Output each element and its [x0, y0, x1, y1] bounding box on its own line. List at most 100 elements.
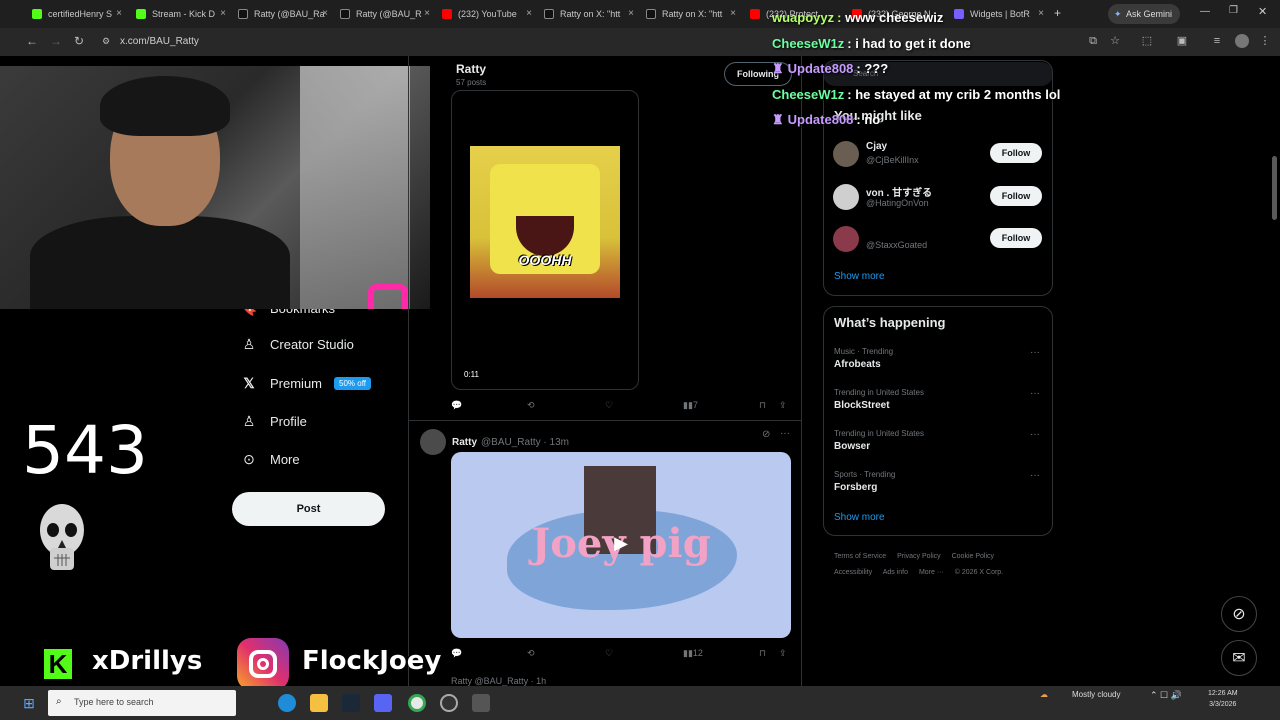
views-icon[interactable]: ▮▮ 7	[683, 400, 698, 411]
system-clock[interactable]: 12:26 AM 3/3/2026	[1208, 688, 1238, 710]
views-icon[interactable]: ▮▮ 12	[683, 648, 703, 659]
steam-icon[interactable]	[342, 694, 360, 712]
retweet-icon[interactable]: ⟲	[527, 400, 535, 411]
restore-icon[interactable]: ❐	[1229, 5, 1238, 16]
nav-creator-studio[interactable]: ♙ Creator Studio	[240, 332, 354, 356]
nav-premium[interactable]: 𝕏 Premium 50% off	[240, 371, 371, 395]
reply-icon[interactable]: 💬	[451, 648, 462, 659]
video-thumbnail-spongebob[interactable]	[470, 146, 620, 298]
back-icon[interactable]: ←	[26, 34, 38, 48]
more-options-icon[interactable]: ···	[1030, 429, 1040, 440]
follow-button[interactable]: Follow	[990, 143, 1042, 163]
browser-tab[interactable]: Ratty (@BAU_Ra ×	[232, 4, 332, 24]
new-tab-button[interactable]: +	[1054, 6, 1061, 20]
footer-link[interactable]: Privacy Policy	[897, 553, 941, 560]
app-icon[interactable]	[472, 694, 490, 712]
avatar[interactable]	[833, 184, 859, 210]
trend-item[interactable]: Trending in United States Bowser ···	[834, 429, 1044, 452]
footer-link[interactable]: Ads info	[883, 569, 908, 576]
close-icon[interactable]: ×	[116, 8, 122, 19]
close-icon[interactable]: ×	[526, 8, 532, 19]
tweet-author-name[interactable]: Ratty	[452, 437, 477, 448]
close-icon[interactable]: ×	[1038, 8, 1044, 19]
post-button[interactable]: Post	[232, 492, 385, 526]
menu-icon[interactable]: ⋮	[1258, 34, 1272, 48]
tray-icons[interactable]: ⌃ ☐ 🔊	[1150, 690, 1182, 701]
profile-avatar[interactable]	[1235, 34, 1249, 48]
more-options-icon[interactable]: ···	[1030, 470, 1040, 481]
nav-more[interactable]: ⊙ More	[240, 447, 300, 471]
user-name[interactable]: Cjay	[866, 141, 887, 152]
more-options-icon[interactable]: ···	[1030, 388, 1040, 399]
share-icon[interactable]: ⇪	[779, 648, 787, 659]
share-icon[interactable]: ⇪	[779, 400, 787, 411]
edge-icon[interactable]	[278, 694, 296, 712]
tweet-header[interactable]: Ratty @BAU_Ratty · 1h	[451, 676, 546, 686]
trend-item[interactable]: Music · Trending Afrobeats ···	[834, 347, 1044, 370]
site-info-icon[interactable]: ⚙	[102, 36, 110, 47]
play-icon[interactable]: ▶	[606, 533, 636, 557]
suggested-user[interactable]: von . 甘すぎる @HatingOnVon Follow	[833, 182, 1043, 212]
media-icon[interactable]: ≡	[1210, 34, 1224, 48]
obs-icon[interactable]	[440, 694, 458, 712]
reload-icon[interactable]: ↻	[74, 34, 84, 48]
windows-start-icon[interactable]: ⊞	[20, 694, 38, 712]
close-icon[interactable]: ×	[220, 8, 226, 19]
trend-item[interactable]: Trending in United States BlockStreet ··…	[834, 388, 1044, 411]
reply-icon[interactable]: 💬	[451, 400, 462, 411]
suggested-user[interactable]: Cjay @CjBeKillInx Follow	[833, 139, 1043, 169]
retweet-icon[interactable]: ⟲	[527, 648, 535, 659]
follow-button[interactable]: Follow	[990, 228, 1042, 248]
avatar[interactable]	[833, 141, 859, 167]
footer-link[interactable]: Accessibility	[834, 569, 872, 576]
weather-widget[interactable]: ☁ Mostly cloudy	[1040, 690, 1120, 699]
close-icon[interactable]: ×	[628, 8, 634, 19]
url-field[interactable]: x.com/BAU_Ratty	[120, 34, 199, 50]
more-options-icon[interactable]: ···	[780, 428, 790, 439]
close-icon[interactable]: ×	[424, 8, 430, 19]
discord-icon[interactable]	[374, 694, 392, 712]
close-icon[interactable]: ×	[322, 8, 328, 19]
extensions-icon[interactable]: ⬚	[1140, 34, 1154, 48]
bookmark-icon[interactable]: ⊓	[759, 400, 766, 411]
browser-tab[interactable]: Ratty on X: "htt ×	[538, 4, 638, 24]
suggested-user[interactable]: @StaxxGoated Follow	[833, 224, 1043, 254]
file-explorer-icon[interactable]	[310, 694, 328, 712]
footer-link[interactable]: Terms of Service	[834, 553, 886, 560]
forward-icon[interactable]: →	[50, 34, 62, 48]
trend-item[interactable]: Sports · Trending Forsberg ···	[834, 470, 1044, 493]
follow-button[interactable]: Follow	[990, 186, 1042, 206]
show-more-link[interactable]: Show more	[834, 512, 885, 523]
footer-link[interactable]: Cookie Policy	[952, 553, 994, 560]
chrome-icon[interactable]	[408, 694, 426, 712]
close-window-icon[interactable]: ✕	[1258, 5, 1267, 18]
cast-icon[interactable]: ⧉	[1086, 34, 1100, 48]
messages-floating-button[interactable]: ✉	[1221, 640, 1257, 676]
page-scrollbar[interactable]	[1270, 56, 1278, 686]
avatar[interactable]	[833, 226, 859, 252]
browser-tab[interactable]: Ratty on X: "htt ×	[640, 4, 740, 24]
scrollbar-thumb[interactable]	[1272, 156, 1277, 220]
grok-icon[interactable]: ⊘	[762, 429, 770, 440]
footer-link[interactable]: More ···	[919, 569, 944, 576]
sidebar-icon[interactable]: ▣	[1175, 34, 1189, 48]
like-icon[interactable]: ♡	[605, 400, 613, 411]
browser-tab[interactable]: (232) YouTube ×	[436, 4, 536, 24]
ask-gemini-button[interactable]: ✦ Ask Gemini	[1108, 4, 1181, 24]
user-name[interactable]: von . 甘すぎる	[866, 184, 932, 199]
nav-profile[interactable]: ♙ Profile	[240, 409, 307, 433]
like-icon[interactable]: ♡	[605, 648, 613, 659]
browser-tab[interactable]: Ratty (@BAU_R ×	[334, 4, 434, 24]
browser-tab[interactable]: certifiedHenry S ×	[26, 4, 126, 24]
more-options-icon[interactable]: ···	[1030, 347, 1040, 358]
show-more-link[interactable]: Show more	[834, 271, 885, 282]
avatar[interactable]	[420, 429, 446, 455]
browser-tab[interactable]: Widgets | BotR ×	[948, 4, 1048, 24]
close-icon[interactable]: ×	[730, 8, 736, 19]
bookmark-icon[interactable]: ⊓	[759, 648, 766, 659]
grok-floating-button[interactable]: ⊘	[1221, 596, 1257, 632]
bookmark-star-icon[interactable]: ☆	[1108, 34, 1122, 48]
minimize-icon[interactable]: —	[1200, 6, 1210, 17]
browser-tab[interactable]: Stream - Kick D ×	[130, 4, 230, 24]
taskbar-search-input[interactable]: ⌕ Type here to search	[48, 690, 236, 716]
